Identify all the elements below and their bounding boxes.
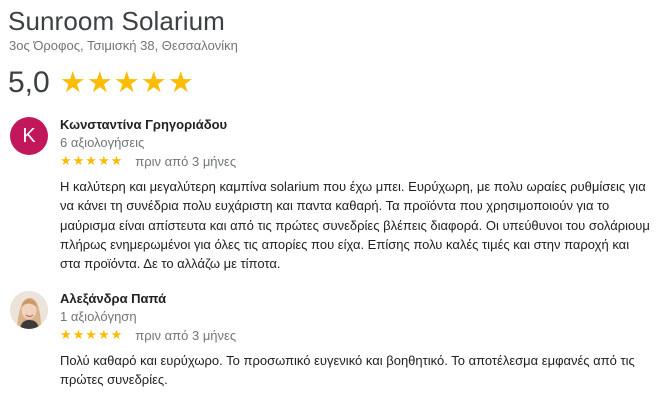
review-meta: ★★★★★ πριν από 3 μήνες [60,327,236,343]
review-stars-icon: ★★★★★ [60,327,124,342]
review-author-count: 1 αξιολόγηση [60,309,137,324]
review-text: Πολύ καθαρό και ευρύχωρο. Το προσωπικό ε… [60,353,635,388]
rating-value: 5,0 [8,66,50,99]
review-date: πριν από 3 μήνες [135,153,237,169]
review-author[interactable]: Κωνσταντίνα Γρηγοριάδου [60,117,227,132]
review-author-count: 6 αξιολογήσεις [60,135,145,150]
overall-rating: 5,0 ★★★★★ [8,66,195,100]
user-photo-icon [10,291,48,329]
place-name: Sunroom Solarium [8,6,225,36]
avatar[interactable] [10,291,48,329]
review-meta: ★★★★★ πριν από 3 μήνες [60,153,236,169]
review-stars-icon: ★★★★★ [60,153,124,168]
place-address: 3ος Όροφος, Τσιμισκή 38, Θεσσαλονίκη [9,38,238,53]
avatar[interactable]: K [10,117,48,155]
review-date: πριν από 3 μήνες [135,327,237,343]
review-author[interactable]: Αλεξάνδρα Παπά [60,291,166,306]
rating-stars-icon: ★★★★★ [59,66,195,99]
review-text: Η καλύτερη και μεγαλύτερη καμπίνα solari… [60,179,650,272]
